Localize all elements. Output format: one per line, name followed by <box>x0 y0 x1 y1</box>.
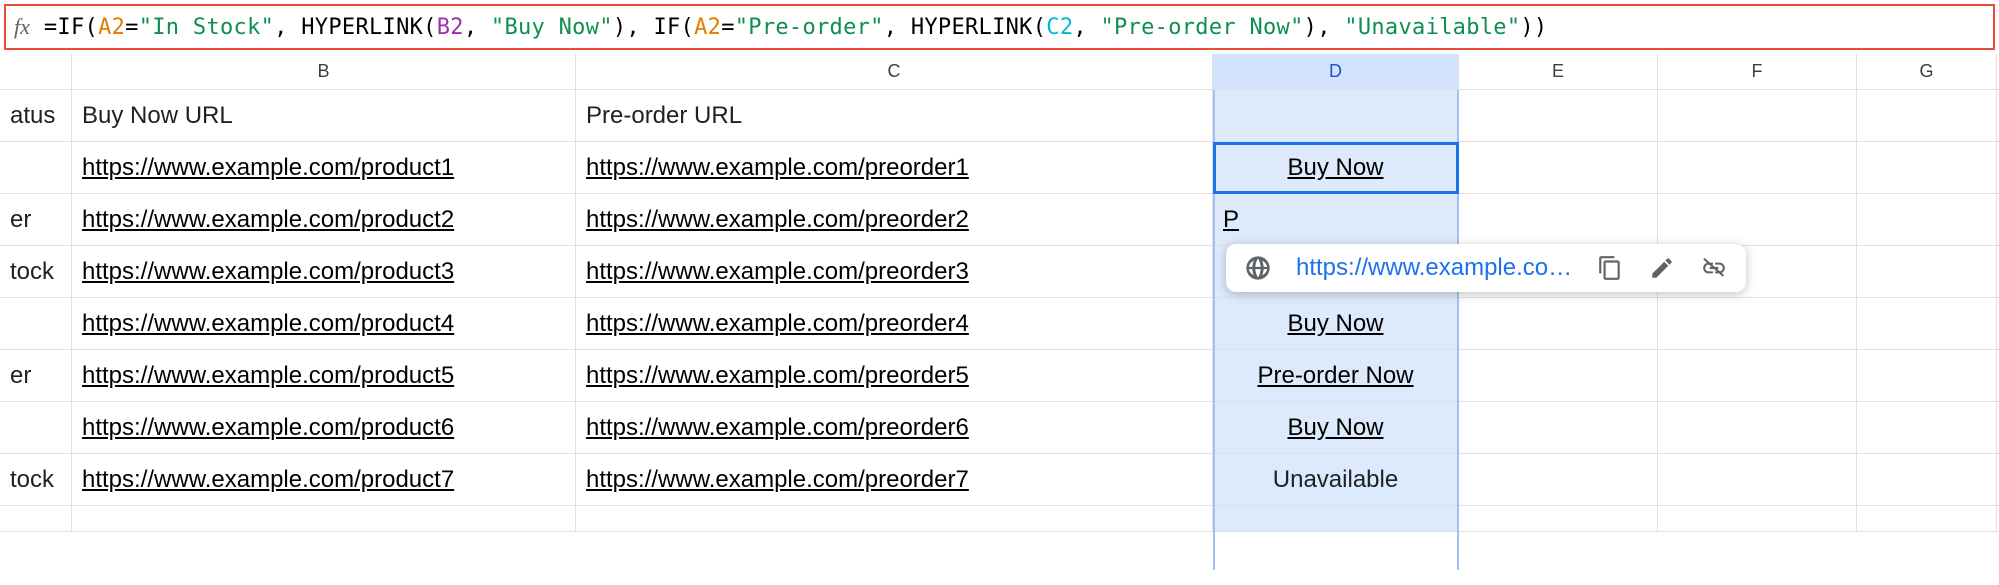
cell-C7[interactable]: https://www.example.com/preorder6 <box>576 402 1213 453</box>
cell-A3[interactable]: er <box>0 194 72 245</box>
edit-link-icon[interactable] <box>1648 254 1676 282</box>
cell-E3[interactable] <box>1459 194 1658 245</box>
cell-A8[interactable]: tock <box>0 454 72 505</box>
column-header-A[interactable] <box>0 54 72 89</box>
cell-B6[interactable]: https://www.example.com/product5 <box>72 350 576 401</box>
table-row: erhttps://www.example.com/product2https:… <box>0 194 1999 246</box>
table-row: https://www.example.com/product6https://… <box>0 402 1999 454</box>
cell-F6[interactable] <box>1658 350 1857 401</box>
cell-D3[interactable]: P <box>1213 194 1459 245</box>
cell-C4[interactable]: https://www.example.com/preorder3 <box>576 246 1213 297</box>
cell-A1[interactable]: atus <box>0 90 72 141</box>
cell[interactable] <box>1857 506 1997 532</box>
cell-C5[interactable]: https://www.example.com/preorder4 <box>576 298 1213 349</box>
cell-D8[interactable]: Unavailable <box>1213 454 1459 505</box>
cell[interactable] <box>1459 506 1658 532</box>
table-row: https://www.example.com/product4https://… <box>0 298 1999 350</box>
formula-bar[interactable]: fx =IF(A2="In Stock", HYPERLINK(B2, "Buy… <box>4 4 1995 50</box>
cell-G3[interactable] <box>1857 194 1997 245</box>
cell-G6[interactable] <box>1857 350 1997 401</box>
cell-G2[interactable] <box>1857 142 1997 193</box>
cell-A2[interactable] <box>0 142 72 193</box>
formula-text[interactable]: =IF(A2="In Stock", HYPERLINK(B2, "Buy No… <box>44 15 1548 40</box>
table-row: https://www.example.com/product1https://… <box>0 142 1999 194</box>
cell-A7[interactable] <box>0 402 72 453</box>
cell-D5[interactable]: Buy Now <box>1213 298 1459 349</box>
cell-F2[interactable] <box>1658 142 1857 193</box>
column-header-B[interactable]: B <box>72 54 576 89</box>
table-row: tockhttps://www.example.com/product7http… <box>0 454 1999 506</box>
cell-D7[interactable]: Buy Now <box>1213 402 1459 453</box>
column-header-D[interactable]: D <box>1213 54 1459 89</box>
cell-E1[interactable] <box>1459 90 1658 141</box>
hyperlink-url[interactable]: https://www.example.co… <box>1296 254 1572 282</box>
cell-B1[interactable]: Buy Now URL <box>72 90 576 141</box>
cell-A5[interactable] <box>0 298 72 349</box>
cell-B3[interactable]: https://www.example.com/product2 <box>72 194 576 245</box>
cell-C8[interactable]: https://www.example.com/preorder7 <box>576 454 1213 505</box>
cell[interactable] <box>0 506 72 532</box>
cell-G8[interactable] <box>1857 454 1997 505</box>
cell-D6[interactable]: Pre-order Now <box>1213 350 1459 401</box>
cell-C3[interactable]: https://www.example.com/preorder2 <box>576 194 1213 245</box>
cell-F5[interactable] <box>1658 298 1857 349</box>
column-header-F[interactable]: F <box>1658 54 1857 89</box>
cell-G7[interactable] <box>1857 402 1997 453</box>
cell-B7[interactable]: https://www.example.com/product6 <box>72 402 576 453</box>
cell-C2[interactable]: https://www.example.com/preorder1 <box>576 142 1213 193</box>
cell-F7[interactable] <box>1658 402 1857 453</box>
cell-B4[interactable]: https://www.example.com/product3 <box>72 246 576 297</box>
cell-C6[interactable]: https://www.example.com/preorder5 <box>576 350 1213 401</box>
cell-F3[interactable] <box>1658 194 1857 245</box>
table-row: erhttps://www.example.com/product5https:… <box>0 350 1999 402</box>
cell[interactable] <box>576 506 1213 532</box>
cell-E5[interactable] <box>1459 298 1658 349</box>
cell-F1[interactable] <box>1658 90 1857 141</box>
cell-F8[interactable] <box>1658 454 1857 505</box>
cell-A4[interactable]: tock <box>0 246 72 297</box>
cell-C1[interactable]: Pre-order URL <box>576 90 1213 141</box>
cell-A6[interactable]: er <box>0 350 72 401</box>
cell-D1[interactable] <box>1213 90 1459 141</box>
cell[interactable] <box>72 506 576 532</box>
cell-G4[interactable] <box>1857 246 1997 297</box>
cell-E6[interactable] <box>1459 350 1658 401</box>
cell-D2[interactable]: Buy Now <box>1213 142 1459 193</box>
cell-B5[interactable]: https://www.example.com/product4 <box>72 298 576 349</box>
cell-G5[interactable] <box>1857 298 1997 349</box>
hyperlink-preview-tooltip: https://www.example.co… <box>1226 244 1746 292</box>
fx-icon: fx <box>14 14 30 40</box>
column-headers-row: B C D E F G <box>0 54 1999 90</box>
column-header-G[interactable]: G <box>1857 54 1997 89</box>
cell-G1[interactable] <box>1857 90 1997 141</box>
cell-E2[interactable] <box>1459 142 1658 193</box>
cell[interactable] <box>1658 506 1857 532</box>
column-header-C[interactable]: C <box>576 54 1213 89</box>
cell-E7[interactable] <box>1459 402 1658 453</box>
table-row: atus Buy Now URL Pre-order URL <box>0 90 1999 142</box>
cell-B2[interactable]: https://www.example.com/product1 <box>72 142 576 193</box>
column-header-E[interactable]: E <box>1459 54 1658 89</box>
cell[interactable] <box>1213 506 1459 532</box>
cell-B8[interactable]: https://www.example.com/product7 <box>72 454 576 505</box>
spreadsheet-grid[interactable]: B C D E F G atus Buy Now URL Pre-order U… <box>0 54 1999 532</box>
table-row <box>0 506 1999 532</box>
unlink-icon[interactable] <box>1700 254 1728 282</box>
copy-link-icon[interactable] <box>1596 254 1624 282</box>
globe-icon <box>1244 254 1272 282</box>
cell-E8[interactable] <box>1459 454 1658 505</box>
